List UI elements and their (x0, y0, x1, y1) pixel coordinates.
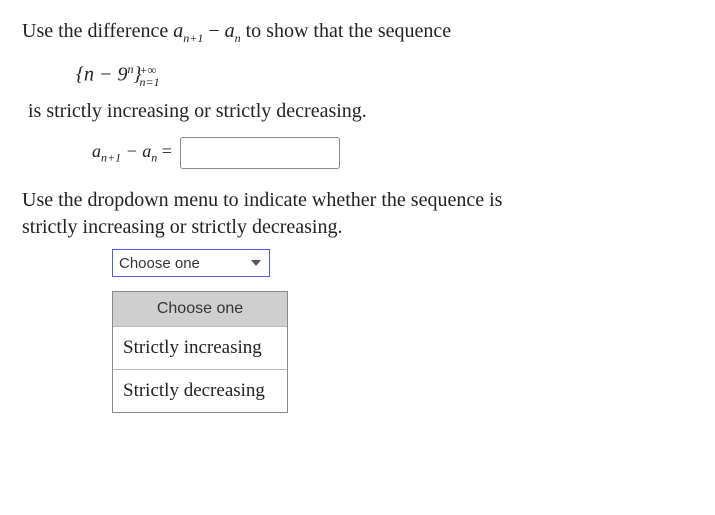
option-strictly-increasing[interactable]: Strictly increasing (113, 326, 287, 369)
instruction-line-1: Use the difference an+1 − an to show tha… (22, 20, 693, 46)
lhs-sub1: n+1 (101, 150, 121, 164)
sequence-formula: {n − 9n}+∞n=1 (76, 54, 693, 98)
seq-minus-9: − 9 (94, 64, 128, 86)
dropdown-container: Choose one Choose one Strictly increasin… (112, 249, 693, 413)
equals-sign: = (157, 141, 172, 161)
lhs-minus: − (121, 141, 142, 161)
dropdown-options-list: Choose one Strictly increasing Strictly … (112, 291, 288, 413)
minus-sign: − (203, 20, 224, 42)
lhs-a2: a (142, 141, 151, 161)
instruction-line-3b: strictly increasing or strictly decreasi… (22, 216, 693, 239)
difference-answer-input[interactable] (180, 137, 340, 169)
option-placeholder[interactable]: Choose one (113, 292, 287, 326)
chevron-down-icon (251, 260, 261, 266)
text-part: Use the difference (22, 20, 173, 42)
seq-n: n (84, 64, 94, 86)
instruction-line-3a: Use the dropdown menu to indicate whethe… (22, 189, 693, 212)
brace-open: { (76, 64, 84, 86)
select-current-value: Choose one (119, 255, 200, 272)
monotonicity-select[interactable]: Choose one (112, 249, 270, 277)
instruction-line-2: is strictly increasing or strictly decre… (22, 100, 693, 123)
var-a2: a (225, 20, 235, 42)
var-a: a (173, 20, 183, 42)
subscript-np1: n+1 (183, 31, 203, 45)
limit-bottom: n=1 (140, 76, 160, 88)
difference-equation-row: an+1 − an = (92, 137, 693, 169)
text-part-b: to show that the sequence (241, 20, 452, 42)
difference-lhs: an+1 − an = (92, 141, 172, 166)
seq-limits: +∞n=1 (140, 64, 160, 88)
option-strictly-decreasing[interactable]: Strictly decreasing (113, 369, 287, 412)
lhs-a1: a (92, 141, 101, 161)
